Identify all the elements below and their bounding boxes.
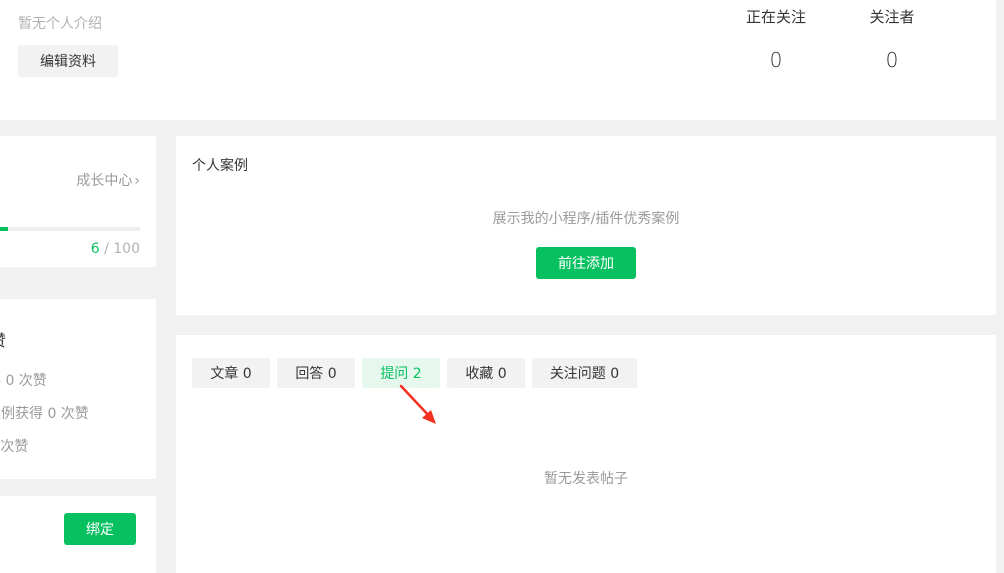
likes-row-cases: 案例获得 0 次赞 <box>0 406 89 422</box>
page-edge <box>996 0 1004 573</box>
growth-center-link[interactable]: 成长中心 › <box>76 170 140 190</box>
cases-card: 个人案例 展示我的小程序/插件优秀案例 前往添加 <box>176 136 996 315</box>
likes-card: 赞 得 0 次赞 案例获得 0 次赞 3 次赞 <box>0 299 156 479</box>
growth-progress-text: 6 / 100 <box>91 241 140 257</box>
followers-label: 关注者 <box>869 8 915 26</box>
growth-progress-total: / 100 <box>104 241 140 257</box>
bind-button[interactable]: 绑定 <box>64 513 136 545</box>
profile-card: 暂无个人介绍 编辑资料 正在关注 0 关注者 0 <box>0 0 996 120</box>
growth-progress-fill <box>0 227 9 231</box>
cases-title: 个人案例 <box>192 158 248 174</box>
growth-center-label: 成长中心 <box>76 173 133 189</box>
annotation-arrow-icon <box>399 384 436 424</box>
likes-row-articles: 得 0 次赞 <box>0 373 47 389</box>
followers-count: 0 <box>885 48 899 72</box>
growth-progress-current: 6 <box>90 241 100 257</box>
tab-answers[interactable]: 回答 0 <box>277 358 355 388</box>
growth-progress-bar <box>0 227 140 231</box>
chevron-right-icon: › <box>134 173 140 189</box>
tab-favorites[interactable]: 收藏 0 <box>447 358 525 388</box>
posts-empty-text: 暂无发表帖子 <box>544 471 628 487</box>
posts-card: 文章 0 回答 0 提问 2 收藏 0 关注问题 0 暂无发表帖子 <box>176 335 996 573</box>
following-stat[interactable]: 正在关注 0 <box>731 8 821 72</box>
likes-row-other: 3 次赞 <box>0 439 29 455</box>
tab-articles[interactable]: 文章 0 <box>192 358 270 388</box>
profile-bio: 暂无个人介绍 <box>18 16 102 32</box>
followers-stat[interactable]: 关注者 0 <box>847 8 937 72</box>
bind-card: 绑定 <box>0 496 156 573</box>
add-case-button[interactable]: 前往添加 <box>536 247 636 279</box>
likes-title: 赞 <box>0 327 6 351</box>
tab-followed-questions[interactable]: 关注问题 0 <box>532 358 637 388</box>
cases-empty-text: 展示我的小程序/插件优秀案例 <box>492 211 680 227</box>
edit-profile-button[interactable]: 编辑资料 <box>18 45 118 77</box>
growth-card: 成长中心 › 6 / 100 <box>0 136 156 267</box>
following-count: 0 <box>769 48 783 72</box>
following-label: 正在关注 <box>745 8 806 26</box>
